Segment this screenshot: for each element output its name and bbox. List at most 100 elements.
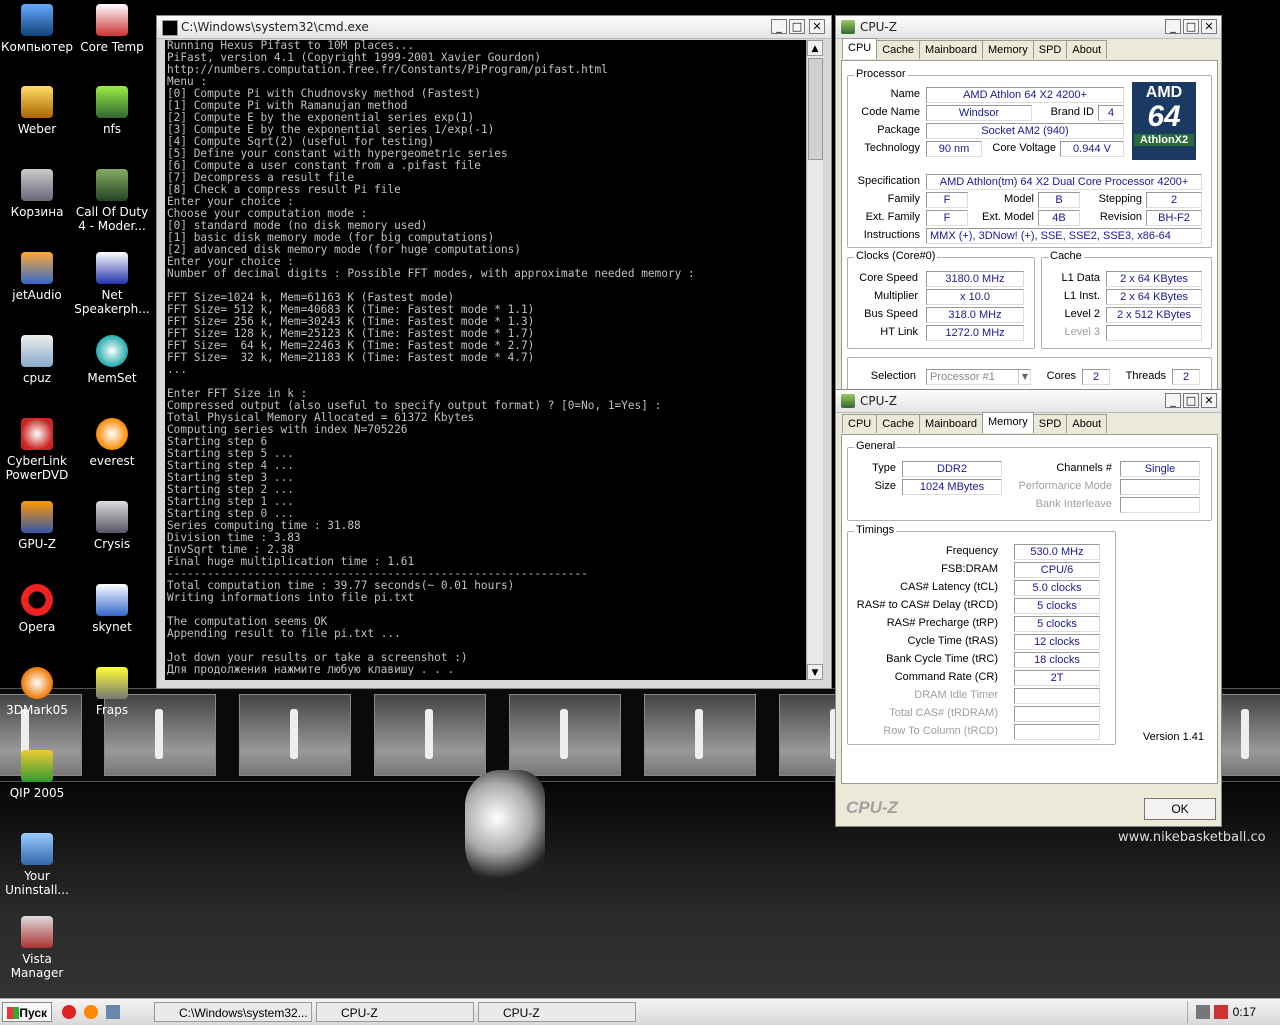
console-icon [162,20,178,36]
desktop-icon-qip[interactable]: QIP 2005 [0,750,77,800]
desktop-icon-call-of-duty[interactable]: Call Of Duty 4 - Moder... [72,169,152,233]
cpuz-cpu-window[interactable]: CPU-Z _ □ ✕ CPU Cache Mainboard Memory SPD Ab… [835,15,1222,398]
instructions-label: Instructions [863,229,920,241]
desktop-icon-fraps[interactable]: Fraps [72,667,152,717]
tab-about[interactable]: About [1066,414,1108,433]
uninstaller-icon [21,833,53,865]
recycle-quicklaunch-icon[interactable] [106,1005,120,1019]
cpuz-icon [841,20,855,34]
opera-quicklaunch-icon[interactable] [62,1005,76,1019]
cmd-titlebar[interactable]: C:\Windows\system32\cmd.exe _ □ ✕ [157,16,831,39]
cpuz-memory-window[interactable]: CPU-Z _ □ ✕ CPU Cache Mainboard Memory SPD Ab… [835,389,1222,827]
cores-label: Cores [1046,370,1076,382]
tab-mainboard[interactable]: Mainboard [919,40,984,59]
minimize-button[interactable]: _ [771,19,787,34]
net-speakerphone-icon [96,252,128,284]
maximize-button[interactable]: □ [1183,393,1199,408]
close-button[interactable]: ✕ [1201,19,1217,34]
tab-memory[interactable]: Memory [982,412,1034,433]
busspeed-label: Bus Speed [864,308,918,320]
maximize-button[interactable]: □ [1183,19,1199,34]
volume-icon[interactable] [1214,1005,1228,1019]
console-scrollbar[interactable]: ▲ ▼ [806,40,823,680]
desktop-icon-gpuz[interactable]: GPU-Z [0,501,77,551]
desktop-icon-skynet[interactable]: skynet [72,584,152,634]
stepping-label: Stepping [1098,193,1142,205]
wallpaper-shoe [465,770,545,890]
desktop-icon-net-speakerphone[interactable]: Net Speakerph... [72,252,152,316]
memset-icon [96,335,128,367]
tab-spd[interactable]: SPD [1032,414,1068,433]
name-value: AMD Athlon 64 X2 4200+ [926,87,1124,103]
close-button[interactable]: ✕ [1201,393,1217,408]
tab-cache[interactable]: Cache [876,40,921,59]
type-label: Type [872,462,896,474]
computer-icon [21,4,53,36]
start-button[interactable]: Пуск [2,1002,52,1022]
desktop-icon-vista-manager[interactable]: Vista Manager [0,916,77,980]
taskbar: Пуск C:\Windows\system32... CPU-Z CPU-Z … [0,998,1280,1025]
desktop-icon-recycle-bin[interactable]: Корзина [0,169,77,219]
multiplier-label: Multiplier [873,290,918,302]
extfamily-value: F [926,210,968,226]
tab-cpu[interactable]: CPU [842,414,878,433]
shortcut-icon [96,584,128,616]
powerdvd-icon [21,418,53,450]
tab-cpu[interactable]: CPU [842,38,878,59]
desktop-icon-weber[interactable]: Weber [0,86,77,136]
ok-button[interactable]: OK [1144,798,1216,820]
minimize-button[interactable]: _ [1165,393,1181,408]
tab-memory[interactable]: Memory [982,40,1034,59]
maximize-button[interactable]: □ [789,19,805,34]
timing-value: CPU/6 [1014,562,1100,578]
family-label: Family [887,193,920,205]
desktop-icon-cpuz[interactable]: cpuz [0,335,77,385]
cpuz-cpu-tabs: CPU Cache Mainboard Memory SPD About [842,38,1108,62]
spec-value: AMD Athlon(tm) 64 X2 Dual Core Processor… [926,174,1202,190]
task-cpuz-1[interactable]: CPU-Z [316,1002,474,1022]
desktop-icon-memset[interactable]: MemSet [72,335,152,385]
close-button[interactable]: ✕ [809,19,825,34]
desktop-icon-computer[interactable]: Компьютер [0,4,77,54]
htlink-value: 1272.0 MHz [926,325,1024,341]
desktop-icon-crysis[interactable]: Crysis [72,501,152,551]
cpuz-cpu-titlebar[interactable]: CPU-Z _ □ ✕ [836,16,1221,39]
desktop-icon-opera[interactable]: Opera [0,584,77,634]
timing-value: 530.0 MHz [1014,544,1100,560]
desktop-icon-everest[interactable]: everest [72,418,152,468]
level2-label: Level 2 [1064,308,1100,320]
desktop-icon-jetaudio[interactable]: jetAudio [0,252,77,302]
general-group-title: General [854,440,898,452]
desktop-icon-3dmark05[interactable]: 3DMark05 [0,667,77,717]
timing-value: 5 clocks [1014,598,1100,614]
scroll-down-icon[interactable]: ▼ [807,664,823,680]
app-quicklaunch-icon[interactable] [84,1005,98,1019]
desktop-icon-uninstaller[interactable]: Your Uninstall... [0,833,77,897]
network-icon[interactable] [1196,1005,1210,1019]
desktop-icon-powerdvd[interactable]: CyberLink PowerDVD [0,418,77,482]
tab-spd[interactable]: SPD [1032,40,1068,59]
cpuz-memory-titlebar[interactable]: CPU-Z _ □ ✕ [836,390,1221,413]
tab-mainboard[interactable]: Mainboard [919,414,984,433]
task-cpuz-2[interactable]: CPU-Z [478,1002,636,1022]
processor-select[interactable]: Processor #1 [926,369,1031,385]
console-output[interactable]: Running Hexus Pifast to 10M places... Pi… [165,40,815,680]
desktop-icon-nfs[interactable]: nfs [72,86,152,136]
task-cmd[interactable]: C:\Windows\system32... [154,1002,312,1022]
recycle-bin-icon [21,169,53,201]
model-value: B [1038,192,1080,208]
perfmode-label: Performance Mode [1018,480,1112,492]
cores-value: 2 [1082,369,1110,385]
timing-value [1014,688,1100,704]
minimize-button[interactable]: _ [1165,19,1181,34]
corespeed-label: Core Speed [859,272,918,284]
tab-cache[interactable]: Cache [876,414,921,433]
scroll-thumb[interactable] [808,58,823,160]
timing-value: 5 clocks [1014,616,1100,632]
scroll-up-icon[interactable]: ▲ [807,40,823,56]
chevron-down-icon[interactable]: ▼ [1018,370,1031,384]
tab-about[interactable]: About [1066,40,1108,59]
desktop-icon-core-temp[interactable]: Core Temp [72,4,152,54]
timing-value [1014,706,1100,722]
cmd-window[interactable]: C:\Windows\system32\cmd.exe _ □ ✕ Runnin… [156,15,832,689]
